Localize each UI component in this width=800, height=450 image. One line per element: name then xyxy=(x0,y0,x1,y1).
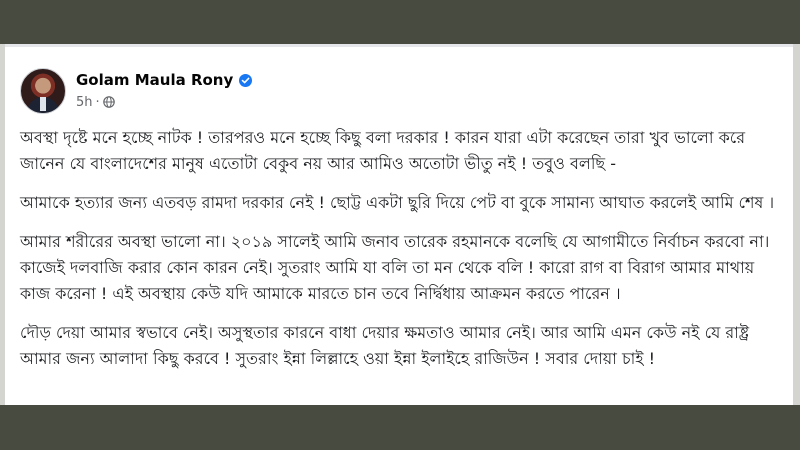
background-frame-right xyxy=(793,44,800,405)
post-timestamp[interactable]: 5h xyxy=(76,95,93,110)
background-frame-top xyxy=(0,0,800,44)
verified-badge-icon xyxy=(239,73,253,87)
author-name-row: Golam Maula Rony xyxy=(76,69,253,91)
post-paragraph: আমাকে হত্যার জন্য এতবড় রামদা দরকার নেই … xyxy=(20,193,775,212)
post-header: Golam Maula Rony 5h · xyxy=(20,65,620,115)
post-meta: 5h · xyxy=(76,93,115,111)
facebook-post-card: Golam Maula Rony 5h · অবস্থা দৃষ্টে মনে … xyxy=(5,44,793,405)
globe-icon[interactable] xyxy=(102,96,115,108)
background-frame-bottom xyxy=(0,405,800,450)
author-name[interactable]: Golam Maula Rony xyxy=(76,71,233,89)
post-paragraph: দৌড় দেয়া আমার স্বভাবে নেই। অসুস্থতার ক… xyxy=(20,323,750,368)
author-avatar[interactable] xyxy=(20,68,66,114)
post-body: অবস্থা দৃষ্টে মনে হচ্ছে নাটক ! তারপরও মন… xyxy=(20,125,780,385)
avatar-shirt xyxy=(40,97,46,111)
post-paragraph: আমার শরীরের অবস্থা ভালো না। ২০১৯ সালেই আ… xyxy=(20,232,770,303)
post-paragraph: অবস্থা দৃষ্টে মনে হচ্ছে নাটক ! তারপরও মন… xyxy=(20,128,746,173)
meta-separator: · xyxy=(95,94,100,110)
